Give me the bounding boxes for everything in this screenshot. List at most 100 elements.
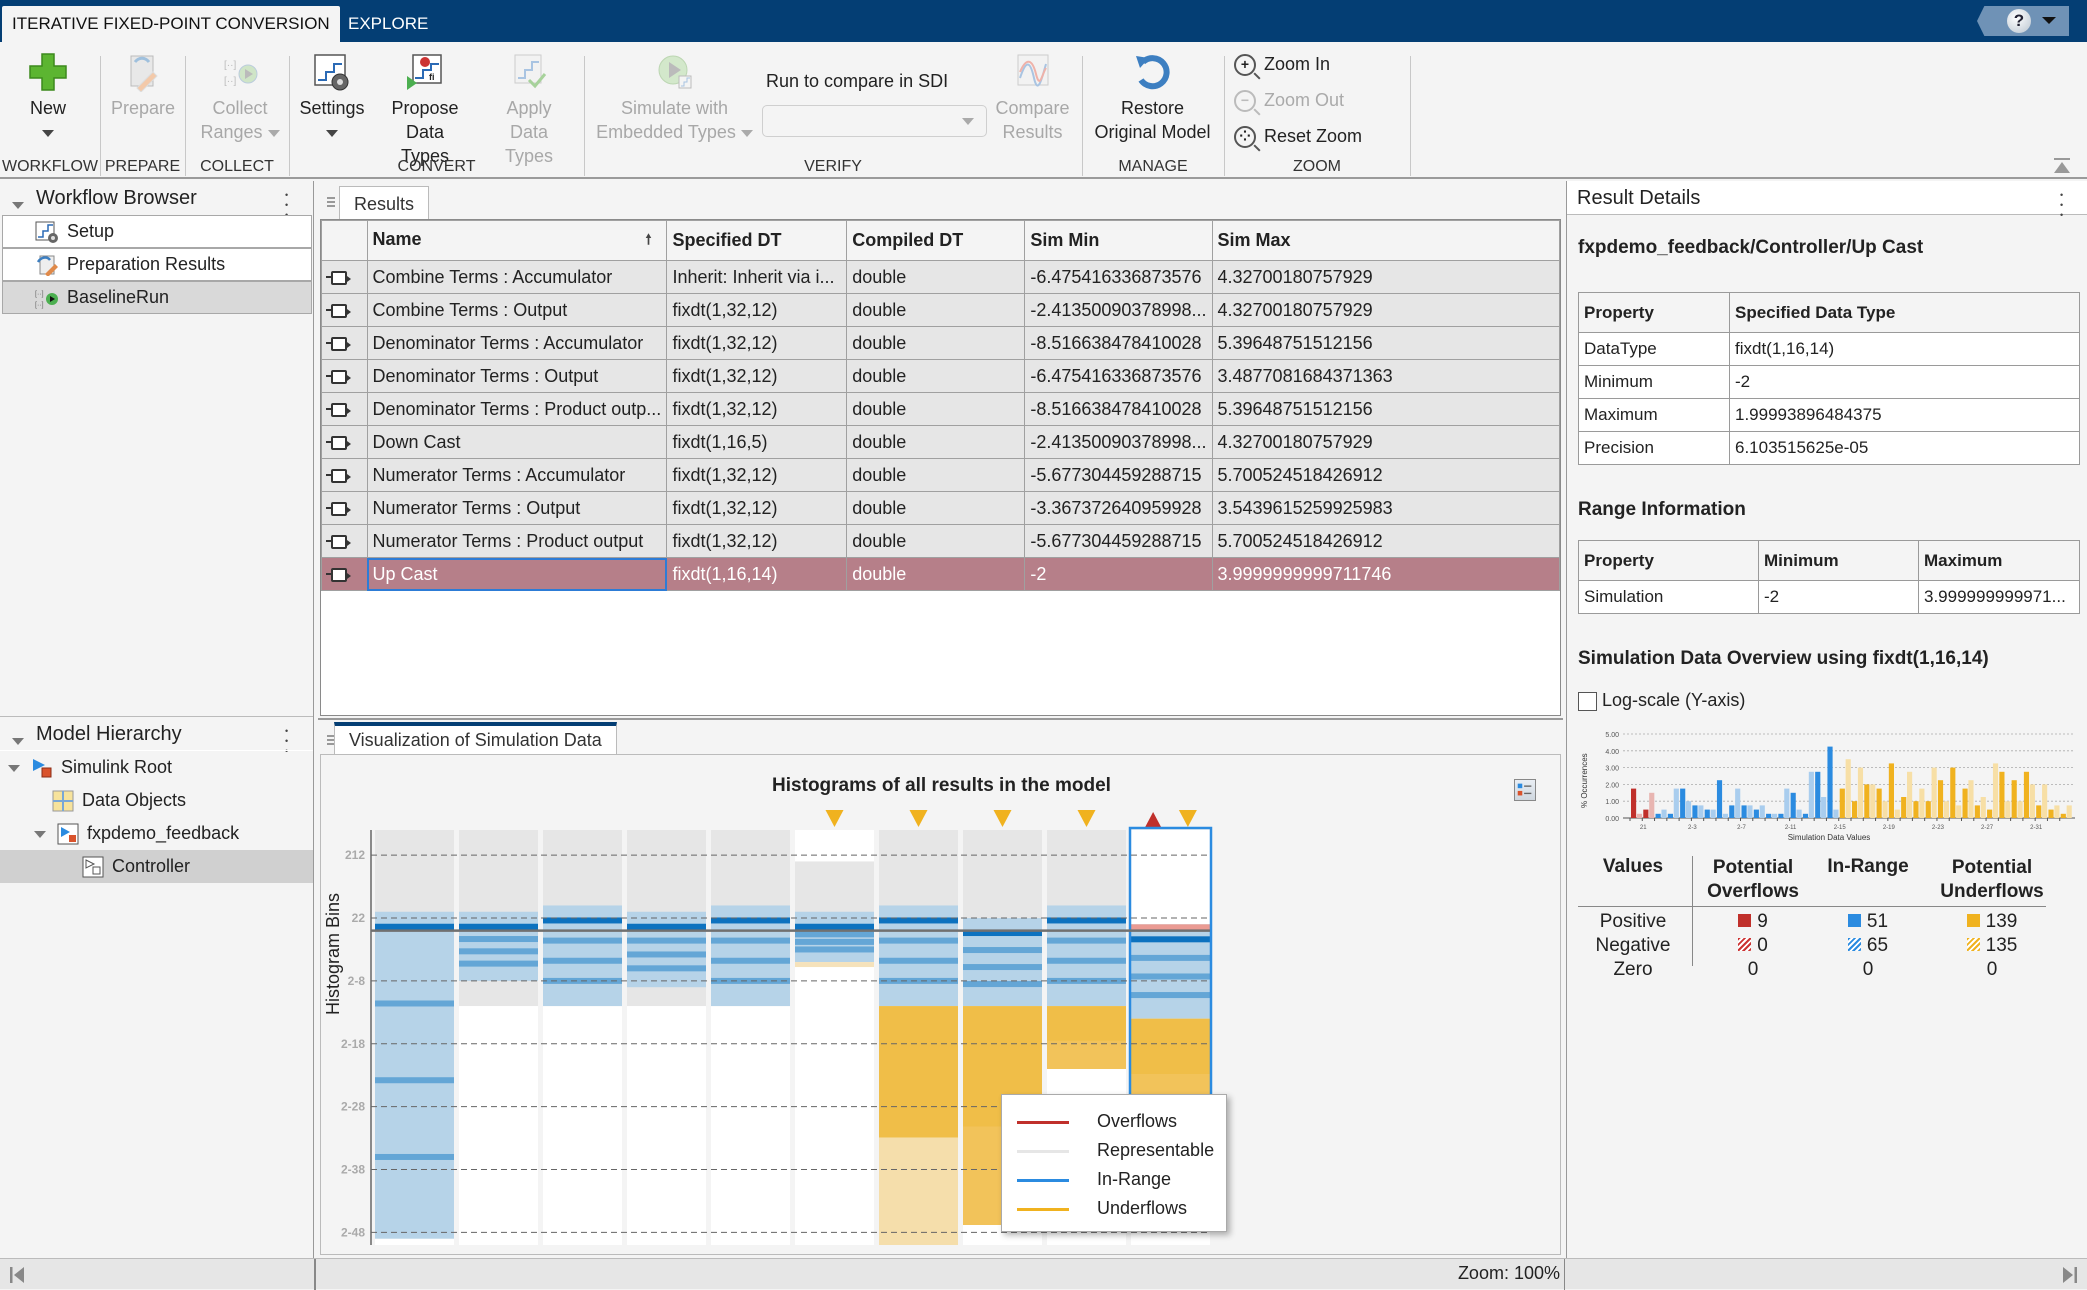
cell-icon[interactable]	[321, 293, 368, 327]
histogram-legend[interactable]: Overflows Representable In-Range Underfl…	[1001, 1094, 1227, 1232]
cell-sim-max[interactable]: 3.4877081684371363	[1211, 359, 1560, 393]
panel-grip-icon[interactable]	[327, 197, 335, 207]
table-row[interactable]: Numerator Terms : Accumulator fixdt(1,32,…	[321, 458, 1560, 492]
histogram-chart[interactable]: 212 22 2-8 2-18 2-28 2-38 2-48	[321, 755, 1562, 1256]
cell-compiled-dt[interactable]: double	[846, 293, 1026, 327]
cell-icon[interactable]	[321, 392, 368, 426]
table-row[interactable]: Denominator Terms : Accumulator fixdt(1,3…	[321, 326, 1560, 360]
cell-specified-dt[interactable]: fixdt(1,16,5)	[666, 425, 848, 459]
cell-icon[interactable]	[321, 359, 368, 393]
cell-icon[interactable]	[321, 425, 368, 459]
cell-compiled-dt[interactable]: double	[846, 392, 1026, 426]
compare-results-button[interactable]: Compare Results	[990, 52, 1075, 144]
cell-sim-max[interactable]: 5.39648751512156	[1211, 392, 1560, 426]
workflow-browser-collapse[interactable]	[12, 194, 24, 215]
result-details-menu-icon[interactable]	[2060, 189, 2064, 219]
column-header-sim-min[interactable]: Sim Min	[1024, 220, 1213, 261]
help-button[interactable]: ?	[1977, 6, 2069, 36]
cell-specified-dt[interactable]: fixdt(1,32,12)	[666, 491, 848, 525]
cell-icon[interactable]	[321, 260, 368, 294]
cell-compiled-dt[interactable]: double	[846, 326, 1026, 360]
cell-icon[interactable]	[321, 557, 368, 591]
column-header-name[interactable]: Name 🠕	[366, 220, 668, 261]
reset-zoom-button[interactable]: ⁘ Reset Zoom	[1234, 126, 1362, 149]
cell-icon[interactable]	[321, 458, 368, 492]
cell-sim-max[interactable]: 5.39648751512156	[1211, 326, 1560, 360]
cell-compiled-dt[interactable]: double	[846, 458, 1026, 492]
cell-sim-min[interactable]: -8.516638478410028	[1024, 326, 1213, 360]
tab-explore[interactable]: EXPLORE	[338, 6, 438, 42]
cell-name[interactable]: Up Cast	[366, 557, 668, 591]
cell-specified-dt[interactable]: fixdt(1,32,12)	[666, 524, 848, 558]
table-row[interactable]: Denominator Terms : Product outp... fixdt…	[321, 392, 1560, 426]
tree-item-simulink-root[interactable]: Simulink Root	[0, 751, 313, 784]
tab-results[interactable]: Results	[339, 186, 430, 220]
cell-sim-max[interactable]: 4.32700180757929	[1211, 425, 1560, 459]
zoom-out-button[interactable]: − Zoom Out	[1234, 90, 1344, 113]
cell-sim-min[interactable]: -2.41350090378998...	[1024, 293, 1213, 327]
simulation-overview-chart[interactable]: 0.00 1.00 2.00 3.00 4.00 5.00 % Occurrences 21 2…	[1575, 726, 2080, 846]
table-row[interactable]: Denominator Terms : Output fixdt(1,32,12)…	[321, 359, 1560, 393]
cell-name[interactable]: Denominator Terms : Product outp...	[366, 392, 668, 426]
cell-specified-dt[interactable]: Inherit: Inherit via i...	[666, 260, 848, 294]
collapse-toolstrip-icon[interactable]	[2053, 158, 2071, 174]
cell-sim-max[interactable]: 3.9999999999711746	[1211, 557, 1560, 591]
collect-ranges-button[interactable]: [··] [··] Collect Ranges	[195, 52, 285, 144]
cell-sim-max[interactable]: 4.32700180757929	[1211, 260, 1560, 294]
cell-name[interactable]: Denominator Terms : Accumulator	[366, 326, 668, 360]
cell-sim-max[interactable]: 4.32700180757929	[1211, 293, 1560, 327]
cell-compiled-dt[interactable]: double	[846, 491, 1026, 525]
model-hierarchy-collapse[interactable]	[12, 730, 24, 751]
chevron-down-icon[interactable]	[34, 830, 46, 838]
cell-sim-max[interactable]: 3.5439615259925983	[1211, 491, 1560, 525]
cell-sim-max[interactable]: 5.700524518426912	[1211, 458, 1560, 492]
cell-icon[interactable]	[321, 326, 368, 360]
tab-visualization[interactable]: Visualization of Simulation Data	[334, 722, 617, 756]
cell-compiled-dt[interactable]: double	[846, 557, 1026, 591]
chevron-down-icon[interactable]	[8, 764, 20, 772]
cell-compiled-dt[interactable]: double	[846, 359, 1026, 393]
cell-sim-min[interactable]: -2.41350090378998...	[1024, 425, 1213, 459]
cell-specified-dt[interactable]: fixdt(1,32,12)	[666, 293, 848, 327]
tree-item-fxpdemo-feedback[interactable]: fxpdemo_feedback	[0, 817, 313, 850]
cell-specified-dt[interactable]: fixdt(1,32,12)	[666, 326, 848, 360]
simulate-embedded-types-button[interactable]: Simulate with Embedded Types	[592, 52, 757, 144]
table-row[interactable]: Numerator Terms : Output fixdt(1,32,12) do…	[321, 491, 1560, 525]
cell-name[interactable]: Combine Terms : Accumulator	[366, 260, 668, 294]
cell-name[interactable]: Down Cast	[366, 425, 668, 459]
cell-name[interactable]: Numerator Terms : Product output	[366, 524, 668, 558]
settings-button[interactable]: Settings	[297, 52, 367, 144]
sort-ascending-icon[interactable]: 🠕	[645, 229, 651, 253]
log-scale-checkbox[interactable]: Log-scale (Y-axis)	[1578, 690, 1745, 711]
cell-specified-dt[interactable]: fixdt(1,32,12)	[666, 392, 848, 426]
collapse-left-icon[interactable]	[10, 1267, 24, 1283]
cell-compiled-dt[interactable]: double	[846, 425, 1026, 459]
workflow-item-baselinerun[interactable]: [··] [··] BaselineRun	[2, 281, 312, 314]
cell-specified-dt[interactable]: fixdt(1,32,12)	[666, 359, 848, 393]
tree-item-controller[interactable]: Controller	[0, 850, 313, 883]
cell-name[interactable]: Numerator Terms : Accumulator	[366, 458, 668, 492]
cell-sim-min[interactable]: -3.367372640959928	[1024, 491, 1213, 525]
cell-sim-max[interactable]: 5.700524518426912	[1211, 524, 1560, 558]
cell-sim-min[interactable]: -6.475416336873576	[1024, 260, 1213, 294]
cell-compiled-dt[interactable]: double	[846, 260, 1026, 294]
table-row[interactable]: Numerator Terms : Product output fixdt(1,…	[321, 524, 1560, 558]
prepare-button[interactable]: Prepare	[108, 52, 178, 120]
cell-specified-dt[interactable]: fixdt(1,32,12)	[666, 458, 848, 492]
cell-name[interactable]: Numerator Terms : Output	[366, 491, 668, 525]
collapse-right-icon[interactable]	[2063, 1267, 2077, 1283]
column-header-compiled-dt[interactable]: Compiled DT	[846, 220, 1026, 261]
cell-compiled-dt[interactable]: double	[846, 524, 1026, 558]
cell-sim-min[interactable]: -6.475416336873576	[1024, 359, 1213, 393]
cell-name[interactable]: Denominator Terms : Output	[366, 359, 668, 393]
cell-name[interactable]: Combine Terms : Output	[366, 293, 668, 327]
apply-data-types-button[interactable]: Apply Data Types	[484, 52, 574, 168]
new-button[interactable]: New	[18, 52, 78, 144]
workflow-item-preparation-results[interactable]: Preparation Results	[2, 248, 312, 281]
column-header-sim-max[interactable]: Sim Max	[1211, 220, 1560, 261]
cell-icon[interactable]	[321, 524, 368, 558]
workflow-item-setup[interactable]: Setup	[2, 215, 312, 248]
table-row[interactable]: Combine Terms : Output fixdt(1,32,12) doub…	[321, 293, 1560, 327]
cell-sim-min[interactable]: -5.677304459288715	[1024, 458, 1213, 492]
table-row[interactable]: Down Cast fixdt(1,16,5) double -2.413500903…	[321, 425, 1560, 459]
